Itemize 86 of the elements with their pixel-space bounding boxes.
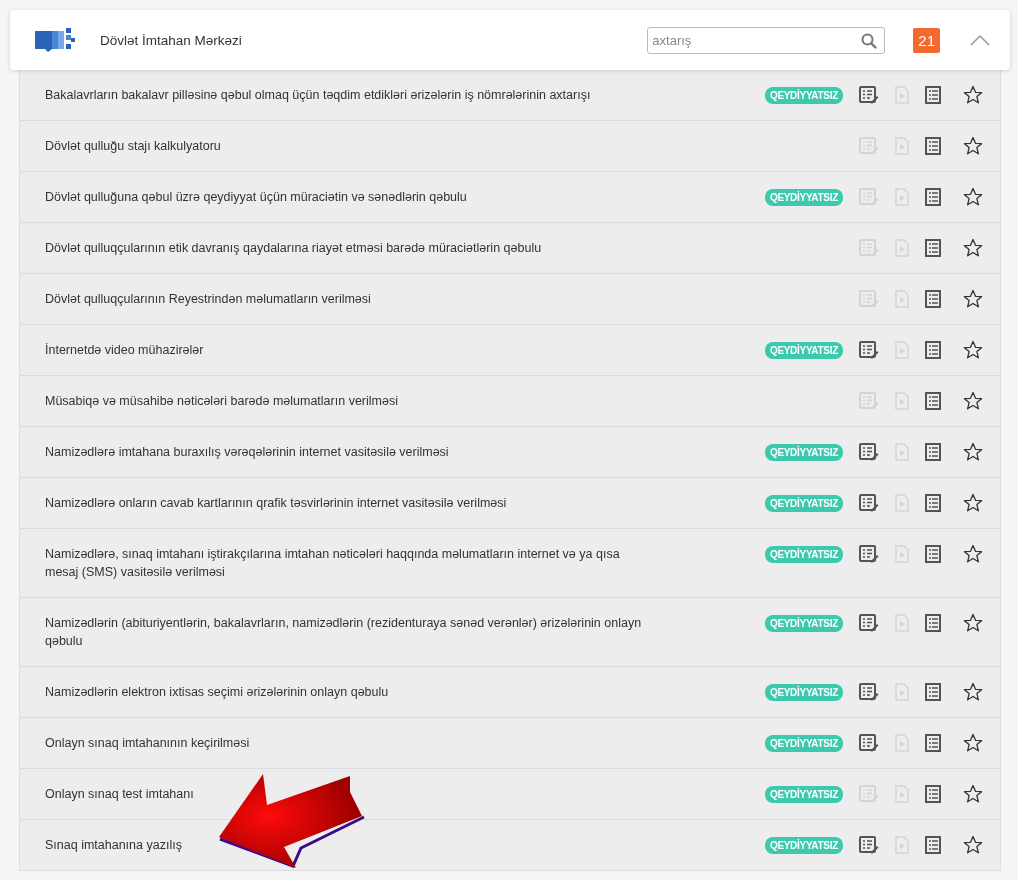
service-title[interactable]: Onlayn sınaq imtahanının keçirilməsi [45, 734, 645, 752]
status-tag: QEYDİYYATSIZ [764, 614, 843, 632]
form-edit-icon[interactable] [859, 683, 879, 701]
status-tag: QEYDİYYATSIZ [764, 836, 843, 854]
service-title[interactable]: Namizədlərə onların cavab kartlarının qrafik təsvirlərinin internet vasitəsilə verilməsi [45, 494, 645, 512]
star-icon[interactable] [963, 136, 983, 156]
star-icon[interactable] [963, 85, 983, 105]
service-row[interactable]: Dövlət qulluğuna qəbul üzrə qeydiyyat üçün müraciətin və sənədlərin qəbulu QEYDİYYATSIZ [20, 172, 1000, 223]
status-tag: QEYDİYYATSIZ [764, 443, 843, 461]
star-icon[interactable] [963, 442, 983, 462]
service-title[interactable]: Dövlət qulluğu stajı kalkulyatoru [45, 137, 645, 155]
service-row[interactable]: Namizədlərin (abituriyentlərin, bakalavrların, namizədlərin (rezidenturaya sənəd verənlər) ərizələrinin onlayn qəbulu QEYDİYYATSIZ [20, 598, 1000, 667]
star-icon[interactable] [963, 544, 983, 564]
header-title: Dövlət İmtahan Mərkəzi [100, 32, 243, 48]
service-row[interactable]: Namizədlərin elektron ixtisas seçimi ərizələrinin onlayn qəbulu QEYDİYYATSIZ [20, 667, 1000, 718]
list-icon[interactable] [925, 494, 941, 512]
list-icon[interactable] [925, 239, 941, 257]
list-icon[interactable] [925, 86, 941, 104]
list-icon[interactable] [925, 683, 941, 701]
form-edit-icon[interactable] [859, 614, 879, 632]
service-title[interactable]: Sınaq imtahanına yazılış [45, 836, 645, 854]
list-icon[interactable] [925, 188, 941, 206]
status-tag: QEYDİYYATSIZ [764, 785, 843, 803]
logo-icon [34, 27, 76, 53]
list-icon[interactable] [925, 734, 941, 752]
star-icon[interactable] [963, 784, 983, 804]
status-tag: QEYDİYYATSIZ [764, 341, 843, 359]
status-tag: QEYDİYYATSIZ [764, 545, 843, 563]
star-icon[interactable] [963, 733, 983, 753]
star-icon[interactable] [963, 187, 983, 207]
service-row[interactable]: Namizədlərə onların cavab kartlarının qrafik təsvirlərinin internet vasitəsilə verilməsi QEYDİYYATSIZ [20, 478, 1000, 529]
service-title[interactable]: Müsabiqə və müsahibə nəticələri barədə məlumatların verilməsi [45, 392, 645, 410]
status-tag: QEYDİYYATSIZ [764, 494, 843, 512]
service-title[interactable]: Namizədlərin (abituriyentlərin, bakalavrların, namizədlərin (rezidenturaya sənəd verənlər) ərizələrinin onlayn qəbulu [45, 614, 645, 650]
service-title[interactable]: Namizədlərə imtahana buraxılış vərəqələrinin internet vasitəsilə verilməsi [45, 443, 645, 461]
star-icon[interactable] [963, 238, 983, 258]
service-title[interactable]: İnternetdə video mühazirələr [45, 341, 645, 359]
star-icon[interactable] [963, 289, 983, 309]
service-row[interactable]: Müsabiqə və müsahibə nəticələri barədə məlumatların verilməsi [20, 376, 1000, 427]
list-icon[interactable] [925, 137, 941, 155]
star-icon[interactable] [963, 835, 983, 855]
service-row[interactable]: Namizədlərə imtahana buraxılış vərəqələrinin internet vasitəsilə verilməsi QEYDİYYATSIZ [20, 427, 1000, 478]
service-row[interactable]: Dövlət qulluğu stajı kalkulyatoru [20, 121, 1000, 172]
service-title[interactable]: Dövlət qulluqçularının Reyestrindən məlumatların verilməsi [45, 290, 645, 308]
service-row[interactable]: Dövlət qulluqçularının Reyestrindən məlumatların verilməsi [20, 274, 1000, 325]
form-edit-icon[interactable] [859, 494, 879, 512]
star-icon[interactable] [963, 391, 983, 411]
service-title[interactable]: Namizədlərə, sınaq imtahanı iştirakçılarına imtahan nəticələri haqqında məlumatların internet və ya qısa mesaj (SMS) vasitəsilə verilməsi [45, 545, 645, 581]
star-icon[interactable] [963, 340, 983, 360]
status-tag: QEYDİYYATSIZ [764, 86, 843, 104]
list-icon[interactable] [925, 392, 941, 410]
list-icon[interactable] [925, 785, 941, 803]
service-row[interactable]: İnternetdə video mühazirələr QEYDİYYATSIZ [20, 325, 1000, 376]
form-edit-icon[interactable] [859, 836, 879, 854]
form-edit-icon[interactable] [859, 86, 879, 104]
service-row[interactable]: Dövlət qulluqçularının etik davranış qaydalarına riayət etməsi barədə müraciətlərin qəbulu [20, 223, 1000, 274]
service-row[interactable]: Namizədlərə, sınaq imtahanı iştirakçılarına imtahan nəticələri haqqında məlumatların internet və ya qısa mesaj (SMS) vasitəsilə verilməsi QEYDİYYATSIZ [20, 529, 1000, 598]
star-icon[interactable] [963, 493, 983, 513]
service-title[interactable]: Dövlət qulluğuna qəbul üzrə qeydiyyat üçün müraciətin və sənədlərin qəbulu [45, 188, 645, 206]
status-tag: QEYDİYYATSIZ [764, 683, 843, 701]
status-tag: QEYDİYYATSIZ [764, 188, 843, 206]
form-edit-icon[interactable] [859, 734, 879, 752]
list-icon[interactable] [925, 290, 941, 308]
list-icon[interactable] [925, 836, 941, 854]
form-edit-icon[interactable] [859, 341, 879, 359]
list-icon[interactable] [925, 341, 941, 359]
count-badge: 21 [913, 27, 940, 53]
form-edit-icon[interactable] [859, 443, 879, 461]
service-row[interactable]: Onlayn sınaq imtahanının keçirilməsi QEYDİYYATSIZ [20, 718, 1000, 769]
star-icon[interactable] [963, 682, 983, 702]
list-icon[interactable] [925, 614, 941, 632]
service-title[interactable]: Dövlət qulluqçularının etik davranış qaydalarına riayət etməsi barədə müraciətlərin qəbulu [45, 239, 645, 257]
service-row[interactable]: Sınaq imtahanına yazılış QEYDİYYATSIZ [20, 820, 1000, 871]
form-edit-icon[interactable] [859, 545, 879, 563]
service-row[interactable]: Bakalavrların bakalavr pilləsinə qəbul olmaq üçün təqdim etdikləri ərizələrin iş nömrələrinin axtarışı QEYDİYYATSIZ [20, 70, 1000, 121]
search-icon [861, 32, 878, 49]
service-row[interactable]: Onlayn sınaq test imtahanı QEYDİYYATSIZ [20, 769, 1000, 820]
service-title[interactable]: Onlayn sınaq test imtahanı [45, 785, 645, 803]
list-icon[interactable] [925, 545, 941, 563]
status-tag: QEYDİYYATSIZ [764, 734, 843, 752]
service-title[interactable]: Bakalavrların bakalavr pilləsinə qəbul olmaq üçün təqdim etdikləri ərizələrin iş nömrələrinin axtarışı [45, 86, 645, 104]
search-field[interactable]: axtarış [647, 26, 886, 54]
chevron-icon[interactable] [970, 34, 990, 46]
list-icon[interactable] [925, 443, 941, 461]
star-icon[interactable] [963, 613, 983, 633]
service-title[interactable]: Namizədlərin elektron ixtisas seçimi ərizələrinin onlayn qəbulu [45, 683, 645, 701]
